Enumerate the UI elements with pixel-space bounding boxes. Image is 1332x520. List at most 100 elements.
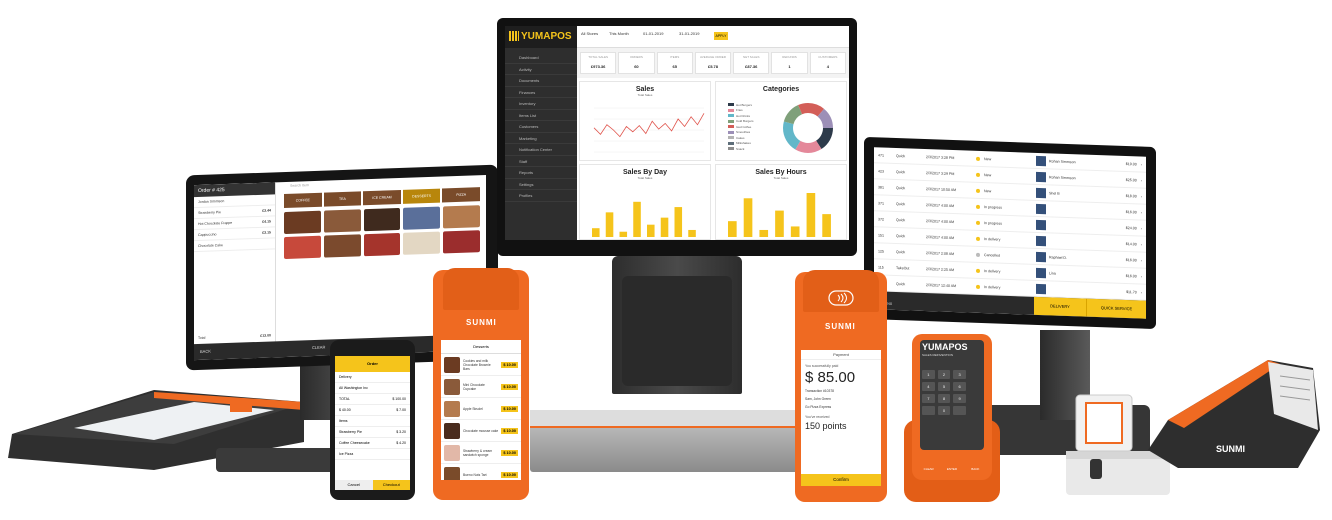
kpi-label: ITEMS [670, 55, 680, 59]
menu-item[interactable]: Cookies and milk Chocolate Brownie Bars $… [441, 354, 521, 376]
tab-tea[interactable]: TEA [323, 191, 362, 207]
sidebar-item[interactable]: Reports [505, 167, 577, 179]
chevron-right-icon[interactable]: › [1141, 258, 1146, 262]
tab-desserts[interactable]: DESSERTS [402, 188, 441, 204]
product-tile[interactable] [363, 232, 401, 257]
sidebar-item[interactable]: Profiles [505, 190, 577, 202]
center-base-top [530, 410, 798, 428]
sidebar-item[interactable]: Settings [505, 179, 577, 190]
sidebar-item[interactable]: Activity [505, 64, 577, 75]
avatar [1036, 219, 1046, 230]
list-item[interactable]: $ 40.00 $ 7.00 [335, 405, 410, 416]
chevron-right-icon[interactable]: › [1141, 242, 1146, 246]
list-item[interactable]: Ice Pizza [335, 449, 410, 460]
chevron-right-icon[interactable]: › [1141, 290, 1146, 294]
menu-item[interactable]: Chocolate mousse cake $ 10.00 [441, 420, 521, 442]
chevron-right-icon[interactable]: › [1141, 162, 1146, 166]
yumapos-pinpad: YUMAPOS SALES REINVENTION 123 456 7890 CLE… [912, 334, 992, 480]
product-tile[interactable] [323, 209, 361, 233]
sunmi-logo: SUNMI [466, 318, 497, 327]
tab-pizza[interactable]: PIZZA [442, 187, 480, 203]
row-value: $ 100.00 [392, 397, 406, 401]
sidebar-item[interactable]: Items List [505, 110, 577, 121]
sidebar-item[interactable]: Marketing [505, 133, 577, 144]
stores-select[interactable]: All Stores [581, 31, 598, 36]
chevron-right-icon[interactable]: › [1141, 178, 1146, 182]
period-select[interactable]: This Month [609, 31, 629, 36]
item-price[interactable]: $ 10.00 [501, 383, 518, 390]
sidebar-item[interactable]: Inventory [505, 98, 577, 110]
quick-service-button[interactable]: QUICK SERVICE [1086, 298, 1146, 319]
list-item[interactable]: Strawberry Pie $ 3.20 [335, 427, 410, 438]
sidebar-item[interactable]: Dashboard [505, 52, 577, 64]
menu-item[interactable]: Mini Chocolate Cupcake $ 10.00 [441, 376, 521, 398]
pinpad-key[interactable]: 8 [937, 394, 951, 403]
date-from-input[interactable]: 01-01-2019 [643, 31, 663, 36]
pinpad-key[interactable]: 0 [937, 406, 951, 415]
enter-key[interactable]: ENTER [941, 466, 963, 478]
cancel-button[interactable]: Cancel [335, 480, 373, 490]
item-price[interactable]: $ 10.00 [501, 427, 518, 434]
product-tile[interactable] [443, 205, 480, 229]
product-tile[interactable] [443, 230, 480, 254]
row-label: TOTAL [339, 397, 350, 401]
order-line[interactable]: Chocolate Cake [194, 238, 275, 253]
list-item[interactable]: Delivery [335, 372, 410, 383]
pinpad-key[interactable]: 2 [937, 370, 951, 379]
sidebar-item[interactable]: Documents [505, 75, 577, 87]
list-item[interactable]: Items [335, 416, 410, 427]
clear-button[interactable]: CLEAR [312, 345, 325, 350]
search-input[interactable]: Search Item [290, 183, 309, 188]
sidebar-item[interactable]: Finances [505, 87, 577, 98]
item-price[interactable]: $ 10.00 [501, 405, 518, 412]
back-key[interactable]: BACK [964, 466, 986, 478]
sidebar-item[interactable]: Customers [505, 121, 577, 133]
pinpad-key[interactable]: 7 [922, 394, 935, 403]
pinpad-key[interactable]: 6 [953, 382, 966, 391]
item-price[interactable]: $ 10.00 [501, 449, 518, 456]
pinpad-key[interactable]: 4 [922, 382, 935, 391]
orders-list-screen: 471 Quick 2/3/2017 3:28 PM New Rohan Simmson… [874, 147, 1146, 319]
confirm-button[interactable]: Confirm [801, 474, 881, 486]
product-tile[interactable] [363, 207, 401, 232]
clear-key[interactable]: CLEAR [918, 466, 940, 478]
sales-legend: Total Sales [637, 93, 653, 97]
bar [647, 224, 655, 237]
menu-item[interactable]: Strawberry & cream sandwich sponge $ 10.0… [441, 442, 521, 464]
delivery-button[interactable]: DELIVERY [1034, 296, 1086, 317]
list-item[interactable]: All Washington Inc [335, 383, 410, 394]
list-item[interactable]: TOTAL $ 100.00 [335, 394, 410, 405]
tab-ice-cream[interactable]: ICE CREAM [363, 189, 401, 206]
back-button[interactable]: BACK [200, 349, 211, 354]
checkout-button[interactable]: Checkout [372, 480, 410, 490]
item-price[interactable]: $ 10.00 [501, 471, 518, 478]
chevron-right-icon[interactable]: › [1141, 226, 1146, 230]
pinpad-key[interactable] [953, 406, 966, 415]
chevron-right-icon[interactable]: › [1141, 194, 1146, 198]
pinpad-key[interactable] [922, 406, 935, 415]
product-tile[interactable] [323, 234, 361, 258]
product-tile[interactable] [403, 231, 441, 255]
sidebar-item[interactable]: Staff [505, 156, 577, 167]
pinpad-key[interactable]: 9 [953, 394, 966, 403]
menu-item[interactable]: Bueno Nuts Tart $ 10.00 [441, 464, 521, 480]
pinpad-key[interactable]: 5 [937, 382, 951, 391]
product-tile[interactable] [284, 235, 321, 260]
order-type: Quick [896, 185, 906, 190]
product-tile[interactable] [284, 210, 321, 235]
chevron-right-icon[interactable]: › [1141, 210, 1146, 214]
chevron-right-icon[interactable]: › [1141, 274, 1146, 278]
row-label: Delivery [339, 375, 352, 379]
product-tile[interactable] [403, 206, 441, 230]
menu-screen: Desserts Cookies and milk Chocolate Brow… [441, 340, 521, 480]
pinpad-key[interactable]: 1 [922, 370, 935, 379]
menu-item[interactable]: Apple Strudel $ 10.00 [441, 398, 521, 420]
pinpad-key[interactable]: 3 [953, 370, 966, 379]
sidebar-item[interactable]: Notification Center [505, 144, 577, 156]
tab-coffee[interactable]: COFFEE [284, 192, 322, 209]
apply-button[interactable]: APPLY [714, 32, 728, 40]
item-price[interactable]: $ 10.00 [501, 361, 518, 368]
list-item[interactable]: Coffee Cheesecake $ 4.20 [335, 438, 410, 449]
customer-name [1049, 241, 1089, 242]
date-to-input[interactable]: 31-01-2019 [679, 31, 699, 36]
